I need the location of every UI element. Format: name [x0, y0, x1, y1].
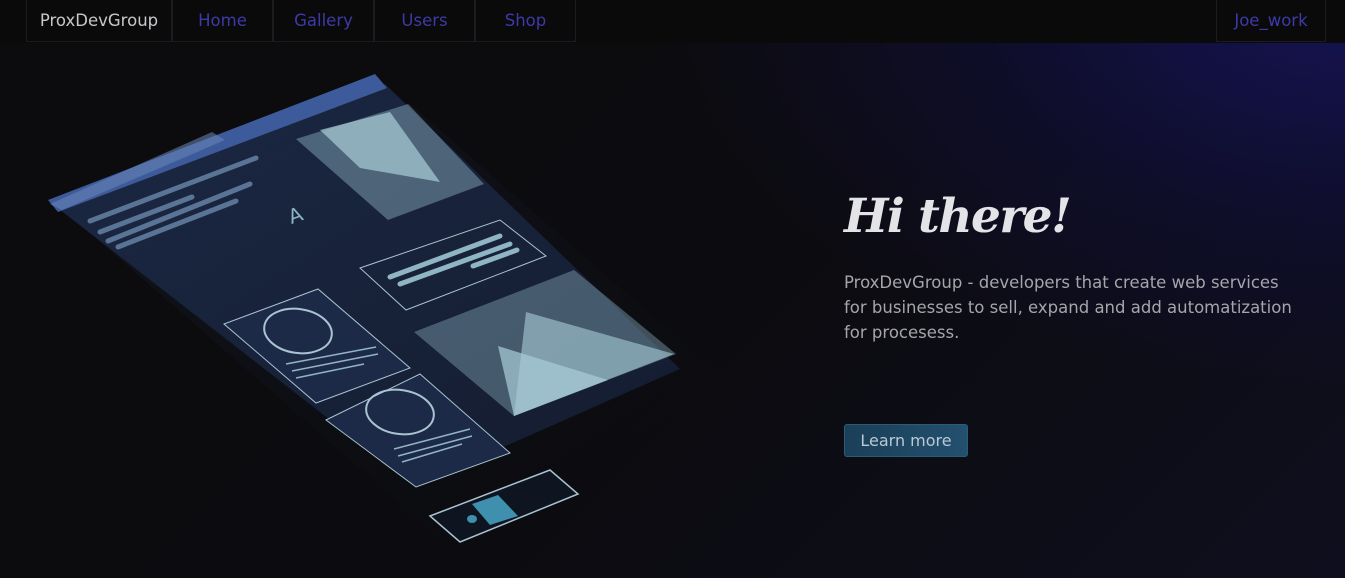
brand-link[interactable]: ProxDevGroup: [26, 0, 172, 42]
slider-dot: [467, 515, 477, 523]
learn-more-button[interactable]: Learn more: [844, 424, 968, 457]
hero-section: Hi there! ProxDevGroup - developers that…: [844, 186, 1304, 345]
nav-link-home[interactable]: Home: [172, 0, 273, 42]
nav-link-users[interactable]: Users: [374, 0, 475, 42]
nav-link-gallery[interactable]: Gallery: [273, 0, 374, 42]
nav-link-shop[interactable]: Shop: [475, 0, 576, 42]
nav-right-group: Joe_work: [1216, 0, 1326, 42]
hero-title: Hi there!: [844, 189, 1072, 244]
nav-left-group: ProxDevGroup Home Gallery Users Shop: [26, 0, 576, 43]
isometric-webpage-illustration: A: [48, 74, 730, 543]
user-account-link[interactable]: Joe_work: [1216, 0, 1326, 42]
hero-description: ProxDevGroup - developers that create we…: [844, 273, 1292, 342]
top-navbar: ProxDevGroup Home Gallery Users Shop Joe…: [0, 0, 1345, 43]
